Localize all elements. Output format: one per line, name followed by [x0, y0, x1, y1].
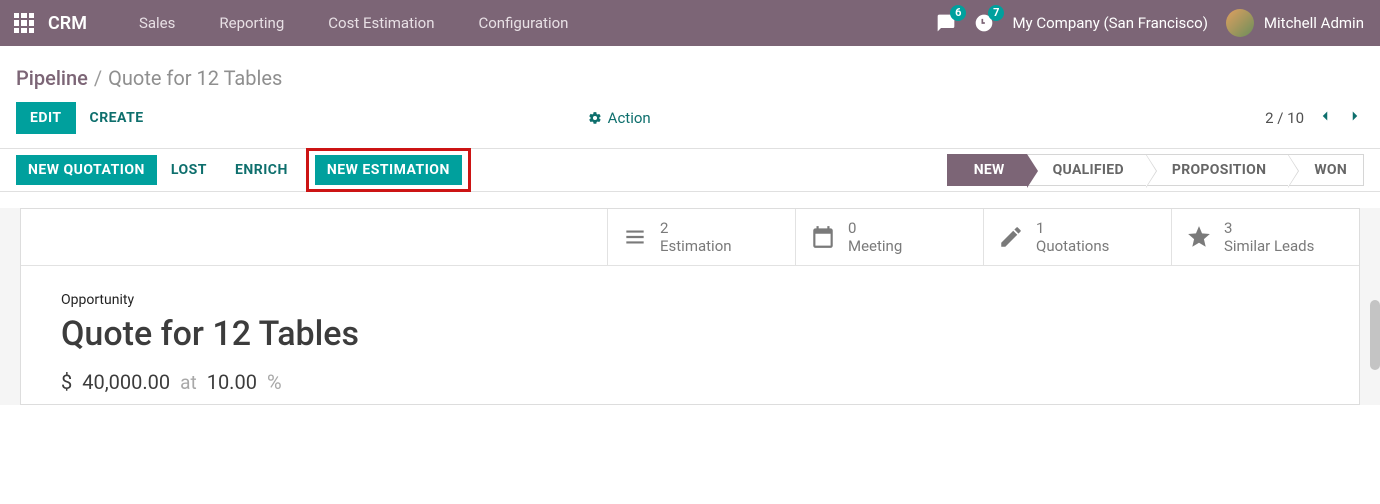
- pager-next[interactable]: [1346, 107, 1364, 129]
- nav-sales[interactable]: Sales: [119, 14, 195, 32]
- nav-configuration[interactable]: Configuration: [458, 14, 588, 32]
- statusbar-buttons: NEW QUOTATION LOST ENRICH NEW ESTIMATION: [16, 148, 471, 192]
- nav-cost-estimation[interactable]: Cost Estimation: [308, 14, 454, 32]
- company-switcher[interactable]: My Company (San Francisco): [1012, 14, 1207, 32]
- edit-icon: [998, 224, 1024, 250]
- status-bar: NEW QUOTATION LOST ENRICH NEW ESTIMATION…: [0, 148, 1380, 192]
- list-icon: [622, 224, 648, 250]
- percent-sign: %: [267, 370, 282, 394]
- navbar-left: CRM Sales Reporting Cost Estimation Conf…: [8, 13, 588, 34]
- navbar: CRM Sales Reporting Cost Estimation Conf…: [0, 0, 1380, 46]
- user-menu[interactable]: Mitchell Admin: [1226, 9, 1364, 37]
- avatar: [1226, 9, 1254, 37]
- new-quotation-button[interactable]: NEW QUOTATION: [16, 155, 157, 185]
- record-type-label: Opportunity: [61, 292, 1319, 308]
- lost-button[interactable]: LOST: [157, 155, 221, 185]
- stat-buttons: 2 Estimation 0 Meeting 1 Quotations: [21, 209, 1359, 266]
- action-menu[interactable]: Action: [588, 109, 651, 127]
- apps-icon[interactable]: [14, 13, 34, 33]
- stage-qualified[interactable]: QUALIFIED: [1027, 154, 1146, 186]
- breadcrumb-current: Quote for 12 Tables: [108, 66, 282, 90]
- star-icon: [1186, 224, 1212, 250]
- app-brand[interactable]: CRM: [48, 13, 87, 34]
- pager: 2 / 10: [1265, 107, 1364, 129]
- stat-meeting-label: Meeting: [848, 237, 902, 255]
- stat-similar-leads[interactable]: 3 Similar Leads: [1171, 209, 1359, 265]
- amount: 40,000.00: [82, 370, 170, 394]
- messages-icon[interactable]: 6: [936, 13, 956, 33]
- nav-reporting[interactable]: Reporting: [199, 14, 304, 32]
- control-row: EDIT CREATE Action 2 / 10: [0, 102, 1380, 148]
- sheet-background: 2 Estimation 0 Meeting 1 Quotations: [0, 208, 1380, 405]
- stage-proposition[interactable]: PROPOSITION: [1146, 154, 1288, 186]
- edit-button[interactable]: EDIT: [16, 102, 76, 134]
- breadcrumb: Pipeline / Quote for 12 Tables: [0, 46, 1380, 102]
- pager-prev[interactable]: [1316, 107, 1334, 129]
- stat-similar-count: 3: [1224, 219, 1314, 237]
- breadcrumb-parent[interactable]: Pipeline: [16, 66, 88, 90]
- new-estimation-button[interactable]: NEW ESTIMATION: [315, 155, 462, 185]
- username: Mitchell Admin: [1264, 14, 1364, 32]
- stage-new[interactable]: NEW: [947, 154, 1027, 186]
- stat-estimation-count: 2: [660, 219, 732, 237]
- gear-icon: [588, 111, 602, 125]
- highlight-annotation: NEW ESTIMATION: [306, 148, 471, 192]
- action-label: Action: [608, 109, 651, 127]
- stat-spacer: [21, 209, 607, 265]
- record-title: Quote for 12 Tables: [61, 314, 1319, 354]
- enrich-button[interactable]: ENRICH: [221, 155, 302, 185]
- expected-revenue: $ 40,000.00 at 10.00 %: [61, 370, 1319, 394]
- stat-meeting-count: 0: [848, 219, 902, 237]
- form-sheet: 2 Estimation 0 Meeting 1 Quotations: [20, 208, 1360, 405]
- calendar-icon: [810, 224, 836, 250]
- create-button[interactable]: CREATE: [76, 102, 158, 134]
- messages-badge: 6: [950, 5, 966, 21]
- stat-quotations[interactable]: 1 Quotations: [983, 209, 1171, 265]
- activities-icon[interactable]: 7: [974, 13, 994, 33]
- currency-symbol: $: [61, 370, 72, 394]
- stat-quotations-count: 1: [1036, 219, 1109, 237]
- stages: NEW QUALIFIED PROPOSITION WON: [947, 154, 1364, 186]
- record-body: Opportunity Quote for 12 Tables $ 40,000…: [21, 266, 1359, 404]
- stat-estimation-label: Estimation: [660, 237, 732, 255]
- stat-meeting[interactable]: 0 Meeting: [795, 209, 983, 265]
- stat-estimation[interactable]: 2 Estimation: [607, 209, 795, 265]
- navbar-right: 6 7 My Company (San Francisco) Mitchell …: [936, 9, 1372, 37]
- at-label: at: [180, 371, 197, 394]
- stat-similar-label: Similar Leads: [1224, 237, 1314, 255]
- breadcrumb-sep: /: [94, 66, 102, 90]
- activities-badge: 7: [988, 5, 1004, 21]
- scrollbar-thumb[interactable]: [1370, 300, 1380, 370]
- stat-quotations-label: Quotations: [1036, 237, 1109, 255]
- pager-text: 2 / 10: [1265, 109, 1304, 127]
- stage-won[interactable]: WON: [1288, 154, 1364, 186]
- probability: 10.00: [207, 370, 257, 394]
